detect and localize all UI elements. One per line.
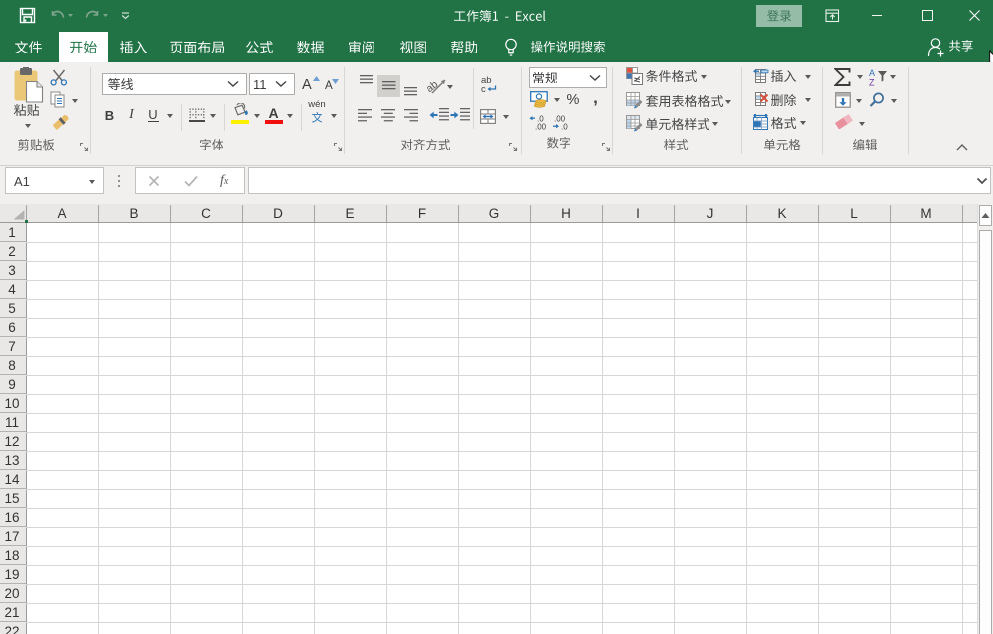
svg-text:Z: Z: [869, 78, 875, 87]
svg-text:.00: .00: [535, 123, 547, 131]
svg-text:.0: .0: [561, 123, 568, 131]
svg-text:c: c: [481, 84, 486, 93]
svg-text:A: A: [869, 68, 875, 78]
